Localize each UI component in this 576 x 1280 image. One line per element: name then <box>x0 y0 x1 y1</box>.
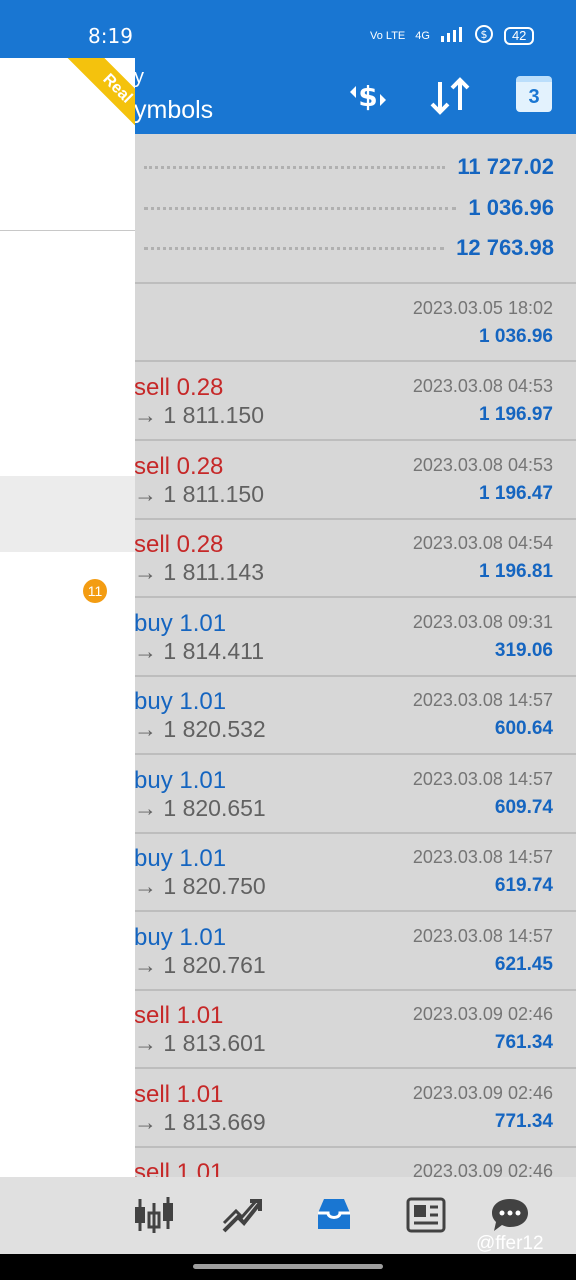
navigation-drawer: Real 11 <box>0 58 135 1254</box>
trade-deal: sell 1.01 <box>134 1159 224 1177</box>
status-icons: Vo LTE 4G $ 42 <box>370 24 535 47</box>
trade-price: → 1 811.150 <box>134 402 265 428</box>
trade-deal: sell 1.01 <box>134 1080 224 1108</box>
trade-profit: 609.74 <box>494 796 553 818</box>
trade-deal: buy 1.01 <box>134 688 227 715</box>
trade-price: → 1 820.750 <box>134 873 266 899</box>
trade-datetime: 2023.03.09 02:46 <box>412 1161 553 1177</box>
chat-bubble-icon[interactable] <box>486 1193 534 1237</box>
trade-deal: sell 1.01 <box>134 1002 224 1029</box>
trade-datetime: 2023.03.08 14:57 <box>412 925 553 946</box>
trade-profit: 1 196.81 <box>479 561 553 582</box>
candlestick-chart-icon[interactable] <box>130 1193 178 1237</box>
news-icon[interactable] <box>402 1193 450 1237</box>
trade-profit: 600.64 <box>494 718 553 739</box>
trade-deal: buy 1.01 <box>134 845 227 872</box>
summary-value: 12 763.98 <box>456 235 554 260</box>
trade-deal: buy 1.01 <box>134 923 227 951</box>
trade-price: → 1 811.143 <box>134 559 265 585</box>
trade-deal: buy 1.01 <box>134 609 227 637</box>
svg-text:$: $ <box>358 80 377 113</box>
trade-profit: 1 196.47 <box>479 482 553 504</box>
deposit-amount: 1 036.96 <box>479 326 553 347</box>
system-navigation-bar <box>0 1254 576 1280</box>
sort-icon[interactable] <box>428 74 472 118</box>
trade-deal: sell 0.28 <box>134 531 224 558</box>
trade-price: → 1 820.532 <box>134 716 266 742</box>
app-bar-title-top: y <box>134 66 144 88</box>
summary-value: 11 727.02 <box>457 154 554 179</box>
dollar-circle-icon: $ <box>474 24 494 47</box>
summary-value: 1 036.96 <box>468 195 554 220</box>
trade-profit: 319.06 <box>494 639 553 661</box>
trade-profit: 621.45 <box>494 953 553 975</box>
trade-price: → 1 813.669 <box>134 1108 266 1135</box>
trade-deal: sell 0.28 <box>134 374 224 401</box>
summary-row: 12 763.98 <box>134 233 554 263</box>
summary-row: 11 727.02 <box>134 152 554 182</box>
trade-datetime: 2023.03.08 14:57 <box>412 690 553 710</box>
status-time: 8:19 <box>88 24 133 48</box>
status-bar: 8:19 Vo LTE 4G $ 42 <box>0 0 576 58</box>
trade-price: → 1 813.601 <box>134 1030 266 1056</box>
trade-datetime: 2023.03.08 04:53 <box>412 376 553 396</box>
trade-profit: 761.34 <box>494 1032 553 1053</box>
inbox-history-icon[interactable] <box>310 1193 358 1237</box>
notification-badge: 11 <box>83 579 107 603</box>
trade-price: → 1 811.150 <box>134 480 265 507</box>
deposit-datetime: 2023.03.05 18:02 <box>412 298 553 318</box>
summary-row: 1 036.96 <box>134 193 554 223</box>
home-gesture-bar[interactable] <box>193 1264 383 1269</box>
svg-text:$: $ <box>480 28 487 41</box>
trade-datetime: 2023.03.09 02:46 <box>412 1004 553 1024</box>
trade-datetime: 2023.03.08 04:53 <box>412 454 553 475</box>
trade-datetime: 2023.03.08 14:57 <box>412 847 553 867</box>
trade-datetime: 2023.03.08 09:31 <box>412 611 553 632</box>
calendar-icon[interactable]: 3 <box>516 76 552 112</box>
network-type: 4G <box>415 29 430 42</box>
battery-indicator: 42 <box>503 26 535 45</box>
trade-profit: 1 196.97 <box>479 404 553 425</box>
trade-profit: 771.34 <box>494 1110 553 1132</box>
signal-icon <box>440 26 464 45</box>
trade-price: → 1 820.651 <box>134 794 266 821</box>
watermark: @ffer12 <box>476 1233 544 1254</box>
trend-chart-icon[interactable] <box>218 1193 266 1237</box>
trade-deal: sell 0.28 <box>134 452 224 480</box>
app-bar-title: ymbols <box>134 96 214 124</box>
account-type-ribbon: Real <box>58 58 135 138</box>
trade-price: → 1 820.761 <box>134 951 266 978</box>
volte-icon: Vo LTE <box>370 29 406 42</box>
drawer-divider <box>0 230 135 231</box>
trade-datetime: 2023.03.08 04:54 <box>412 533 553 553</box>
drawer-item-selected[interactable] <box>0 476 135 552</box>
trade-profit: 619.74 <box>494 875 553 896</box>
trade-deal: buy 1.01 <box>134 766 227 794</box>
currency-exchange-icon[interactable]: $ <box>346 74 390 118</box>
trade-datetime: 2023.03.08 14:57 <box>412 768 553 789</box>
trade-datetime: 2023.03.09 02:46 <box>412 1082 553 1103</box>
trade-price: → 1 814.411 <box>134 637 265 664</box>
